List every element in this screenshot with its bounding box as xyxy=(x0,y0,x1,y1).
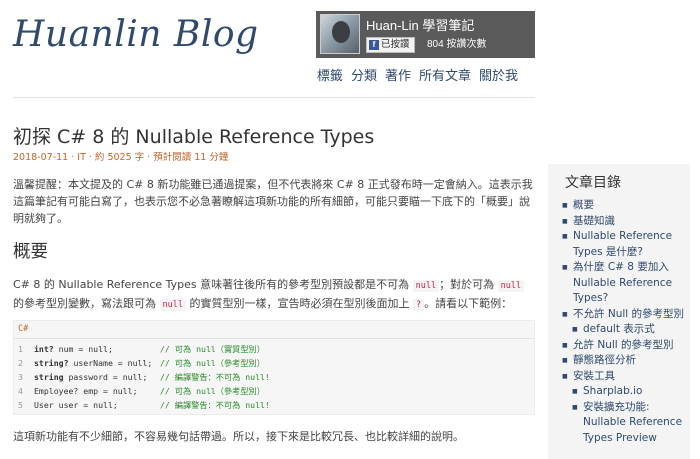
code-line: 5 User user = null;// 編譯警告：不可為 null! xyxy=(18,400,270,410)
nav-categories[interactable]: 分類 xyxy=(351,65,377,84)
toc-item-non-nullable[interactable]: 不允許 Null 的參考型別 xyxy=(548,307,690,323)
toc-item-nullable[interactable]: 允許 Null 的參考型別 xyxy=(548,338,690,354)
fb-page-title: Huan-Lin 學習筆記 xyxy=(366,18,475,33)
facebook-page-banner[interactable]: Huan-Lin 學習筆記 f 已按讚 804 按讚次數 xyxy=(316,11,535,58)
toc-item-static-analysis[interactable]: 靜態路徑分析 xyxy=(548,353,690,369)
inline-code: ? xyxy=(412,299,425,311)
code-line: 3 string password = null;// 編譯警告：不可為 null… xyxy=(18,372,270,382)
overview-paragraph: C# 8 的 Nullable Reference Types 意味著往後所有的… xyxy=(13,276,535,314)
code-block: C# 1 int? num = null;// 可為 null（實質型別） 2st… xyxy=(13,320,535,415)
toc-item-sharplab[interactable]: Sharplab.io xyxy=(548,384,690,400)
facebook-icon: f xyxy=(369,40,379,50)
fb-like-button[interactable]: f 已按讚 xyxy=(366,37,415,53)
post-meta: 2018-07-11 · IT · 約 5025 字 · 預計閱讀 11 分鐘 xyxy=(13,152,229,163)
table-of-contents: 文章目錄 概要 基礎知識 Nullable Reference Types 是什… xyxy=(548,164,690,459)
avatar xyxy=(320,14,360,54)
code-line: 1 int? num = null;// 可為 null（實質型別） xyxy=(18,344,265,354)
toc-item-what-is[interactable]: Nullable Reference Types 是什麼? xyxy=(548,229,690,260)
detail-paragraph: 這項新功能有不少細節，不容易幾句話帶過。所以，接下來是比較冗長、也比較詳細的說明… xyxy=(13,430,464,443)
nav-about[interactable]: 關於我 xyxy=(479,65,518,84)
nav-tags[interactable]: 標籤 xyxy=(317,65,343,84)
code-header-divider xyxy=(14,338,534,339)
section-heading: 概要 xyxy=(13,242,48,262)
code-line: 2 string? userName = null;// 可為 null（參考型別… xyxy=(18,358,265,368)
inline-code: null xyxy=(159,299,186,311)
intro-paragraph: 溫馨提醒：本文提及的 C# 8 新功能雖已通過提案，但不代表將來 C# 8 正式… xyxy=(13,178,533,225)
code-line: 4 Employee? emp = null;// 可為 null（參考型別） xyxy=(18,386,265,396)
toc-item-basics[interactable]: 基礎知識 xyxy=(548,214,690,230)
code-language-label: C# xyxy=(18,324,29,334)
nav-books[interactable]: 著作 xyxy=(385,65,411,84)
fb-like-count: 804 按讚次數 xyxy=(427,39,487,50)
toc-item-default-expression[interactable]: default 表示式 xyxy=(548,322,690,338)
site-logo[interactable]: Huanlin Blog xyxy=(13,14,259,55)
inline-code: null xyxy=(497,280,525,292)
header-divider xyxy=(13,97,535,98)
post-title: 初探 C# 8 的 Nullable Reference Types xyxy=(13,126,375,148)
top-navigation: 標籤 分類 著作 所有文章 關於我 xyxy=(317,65,518,84)
toc-title: 文章目錄 xyxy=(565,175,621,191)
inline-code: null xyxy=(412,280,440,292)
fb-like-label: 已按讚 xyxy=(381,39,410,50)
toc-item-install-tools[interactable]: 安裝工具 xyxy=(548,369,690,385)
toc-item-install-extension[interactable]: 安裝擴充功能: Nullable Reference Types Preview xyxy=(548,400,690,447)
toc-item-why[interactable]: 為什麼 C# 8 要加入 Nullable Reference Types? xyxy=(548,260,690,307)
toc-item-overview[interactable]: 概要 xyxy=(548,198,690,214)
nav-all-posts[interactable]: 所有文章 xyxy=(419,65,471,84)
